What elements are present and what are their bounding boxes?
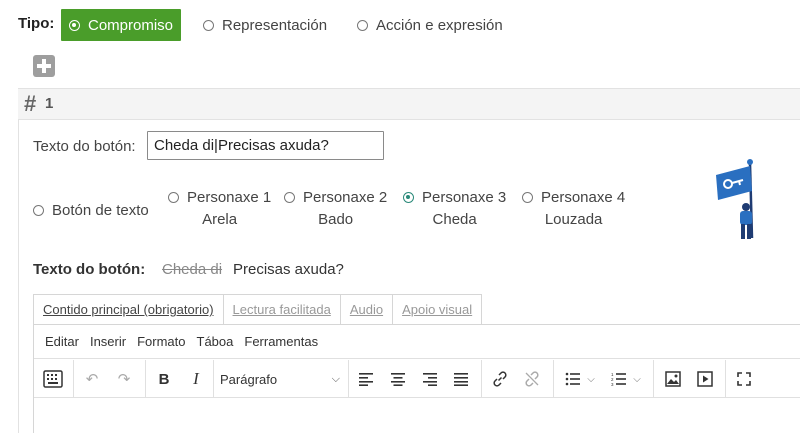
chevron-down-icon: ⌵ xyxy=(633,373,641,385)
tipo-option-compromiso[interactable]: Compromiso xyxy=(61,9,182,41)
align-right-icon[interactable] xyxy=(420,369,440,389)
radio-icon xyxy=(357,19,368,31)
section-border xyxy=(18,119,19,433)
toolbar-separator xyxy=(553,360,554,397)
menu-taboa[interactable]: Táboa xyxy=(197,334,234,349)
button-text-label: Texto do botón: xyxy=(33,138,136,155)
toolbar-separator xyxy=(653,360,654,397)
menu-inserir[interactable]: Inserir xyxy=(90,334,126,349)
option-text-button[interactable]: Botón de texto xyxy=(33,202,149,219)
editor-tabs: Contido principal (obrigatorio) Lectura … xyxy=(33,294,483,324)
section-number: 1 xyxy=(45,95,54,112)
bold-icon[interactable]: B xyxy=(155,369,173,389)
menu-ferramentas[interactable]: Ferramentas xyxy=(244,334,318,349)
tipo-option-label: Compromiso xyxy=(88,16,174,34)
link-icon[interactable] xyxy=(490,369,510,389)
bullet-list-icon[interactable]: ⌵ xyxy=(562,369,598,389)
editor-toolbar: ↶ ↷ B I Parágrafo ⌵ ⌵ 123 ⌵ xyxy=(34,360,800,398)
button-text-input[interactable]: Cheda di|Precisas axuda? xyxy=(147,131,384,160)
menu-editar[interactable]: Editar xyxy=(45,334,79,349)
unlink-icon[interactable] xyxy=(522,369,542,389)
radio-icon xyxy=(168,192,179,203)
toolbar-separator xyxy=(73,360,74,397)
hash-icon: # xyxy=(24,91,37,116)
character-label: Personaxe 4 xyxy=(541,189,626,206)
block-format-value: Parágrafo xyxy=(220,371,278,387)
toolbar-separator xyxy=(145,360,146,397)
tipo-option-representacion[interactable]: Representación xyxy=(203,9,327,41)
toolbar-separator xyxy=(213,360,214,397)
tab-audio[interactable]: Audio xyxy=(339,294,394,324)
radio-icon xyxy=(203,19,214,31)
toolbar-separator xyxy=(481,360,482,397)
option-character-4[interactable]: Personaxe 4 Louzada xyxy=(522,189,625,228)
radio-icon xyxy=(33,205,44,216)
radio-selected-icon xyxy=(403,192,414,203)
character-name: Louzada xyxy=(544,211,603,228)
align-justify-icon[interactable] xyxy=(451,369,471,389)
redo-icon[interactable]: ↷ xyxy=(114,369,134,389)
option-character-1[interactable]: Personaxe 1 Arela xyxy=(168,189,271,228)
numbered-list-icon[interactable]: 123 ⌵ xyxy=(608,369,644,389)
tab-easy-reading[interactable]: Lectura facilitada xyxy=(222,294,341,324)
radio-selected-icon xyxy=(69,19,80,31)
tab-visual-support[interactable]: Apoio visual xyxy=(392,294,483,324)
character-name: Bado xyxy=(318,211,354,228)
undo-icon[interactable]: ↶ xyxy=(82,369,102,389)
character-label: Personaxe 3 xyxy=(422,189,507,206)
preview-text: Precisas axuda? xyxy=(233,261,344,278)
chevron-down-icon: ⌵ xyxy=(587,373,595,385)
tipo-option-label: Representación xyxy=(222,16,328,34)
tipo-label: Tipo: xyxy=(18,15,55,32)
character-label: Personaxe 2 xyxy=(303,189,388,206)
tipo-option-label: Acción e expresión xyxy=(376,16,503,34)
align-center-icon[interactable] xyxy=(388,369,408,389)
chevron-down-icon: ⌵ xyxy=(331,372,340,385)
italic-icon[interactable]: I xyxy=(187,369,205,389)
preview-struck-text: Cheda di xyxy=(162,261,223,278)
tipo-option-accion[interactable]: Acción e expresión xyxy=(357,9,503,41)
svg-text:3: 3 xyxy=(611,382,614,386)
image-icon[interactable] xyxy=(663,369,683,389)
block-format-select[interactable]: Parágrafo ⌵ xyxy=(220,368,340,390)
add-item-button[interactable] xyxy=(33,55,55,77)
character-label: Personaxe 1 xyxy=(187,189,272,206)
editor-menubar: Editar Inserir Formato Táboa Ferramentas xyxy=(34,325,800,359)
radio-icon xyxy=(522,192,533,203)
toolbar-separator xyxy=(348,360,349,397)
keyboard-icon[interactable] xyxy=(42,369,64,389)
toolbar-separator xyxy=(725,360,726,397)
media-icon[interactable] xyxy=(695,369,715,389)
character-name: Cheda xyxy=(432,211,477,228)
menu-formato[interactable]: Formato xyxy=(137,334,185,349)
character-name: Arela xyxy=(202,211,238,228)
option-character-2[interactable]: Personaxe 2 Bado xyxy=(284,189,387,228)
option-label: Botón de texto xyxy=(52,202,149,219)
section-header xyxy=(18,88,800,120)
tab-main-content[interactable]: Contido principal (obrigatorio) xyxy=(33,294,224,324)
fullscreen-icon[interactable] xyxy=(734,369,754,389)
align-left-icon[interactable] xyxy=(356,369,376,389)
option-character-3[interactable]: Personaxe 3 Cheda xyxy=(403,189,506,228)
radio-icon xyxy=(284,192,295,203)
mascot-flag-icon xyxy=(716,159,754,239)
preview-label: Texto do botón: xyxy=(33,261,146,278)
